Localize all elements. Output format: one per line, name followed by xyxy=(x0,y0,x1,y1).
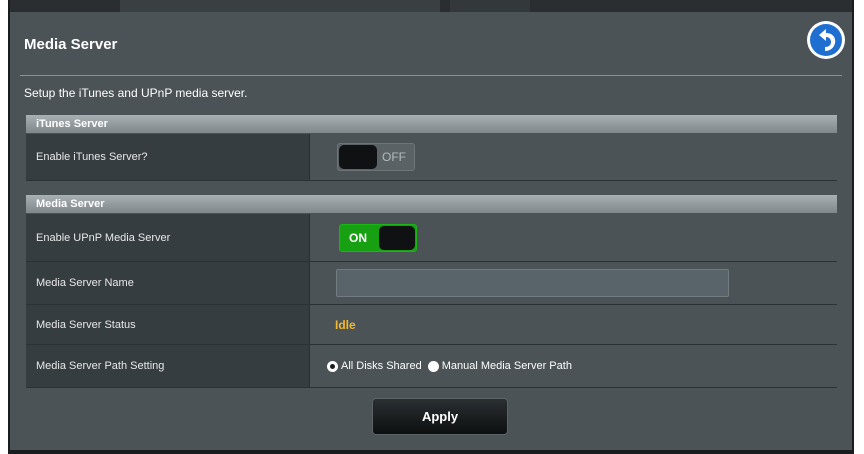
itunes-enable-value: OFF xyxy=(310,134,837,180)
itunes-enable-row: Enable iTunes Server? OFF xyxy=(26,134,837,181)
title-divider xyxy=(20,75,842,76)
server-path-value: All Disks Shared Manual Media Server Pat… xyxy=(310,345,837,387)
server-name-label: Media Server Name xyxy=(26,262,310,304)
toggle-knob xyxy=(339,145,377,169)
radio-label-manual-path[interactable]: Manual Media Server Path xyxy=(442,360,572,372)
itunes-enable-label: Enable iTunes Server? xyxy=(26,134,310,180)
server-status-value: Idle xyxy=(310,305,837,344)
back-button[interactable] xyxy=(806,20,846,60)
apply-button[interactable]: Apply xyxy=(372,398,508,435)
upnp-enable-value: ON xyxy=(310,214,837,261)
toggle-knob xyxy=(379,225,415,250)
upnp-enable-label: Enable UPnP Media Server xyxy=(26,214,310,261)
top-strip-tab xyxy=(120,0,440,12)
toggle-state-text: ON xyxy=(349,230,367,245)
upnp-enable-row: Enable UPnP Media Server ON xyxy=(26,214,837,262)
itunes-section-header: iTunes Server xyxy=(26,115,837,133)
bottom-strip xyxy=(10,450,852,454)
server-status-label: Media Server Status xyxy=(26,305,310,344)
itunes-enable-toggle[interactable]: OFF xyxy=(337,143,415,171)
media-server-panel: Media Server Setup the iTunes and UPnP m… xyxy=(8,0,854,454)
path-radio-group: All Disks Shared Manual Media Server Pat… xyxy=(327,360,578,372)
toggle-state-text: OFF xyxy=(382,150,406,164)
page-description: Setup the iTunes and UPnP media server. xyxy=(24,86,248,100)
upnp-enable-toggle[interactable]: ON xyxy=(339,223,417,252)
media-section-header: Media Server xyxy=(26,195,837,213)
server-name-value xyxy=(310,262,837,304)
server-name-input[interactable] xyxy=(336,269,729,297)
back-arrow-icon xyxy=(807,21,845,59)
server-status-row: Media Server Status Idle xyxy=(26,305,837,345)
page-title: Media Server xyxy=(24,36,118,53)
top-strip xyxy=(10,0,852,12)
status-badge: Idle xyxy=(335,317,356,332)
server-path-label: Media Server Path Setting xyxy=(26,345,310,387)
server-path-row: Media Server Path Setting All Disks Shar… xyxy=(26,345,837,388)
radio-all-disks-shared[interactable] xyxy=(327,360,338,372)
radio-manual-path[interactable] xyxy=(427,360,439,372)
radio-label-all-disks-shared[interactable]: All Disks Shared xyxy=(341,360,422,372)
server-name-row: Media Server Name xyxy=(26,262,837,305)
top-strip-tab xyxy=(450,0,530,12)
